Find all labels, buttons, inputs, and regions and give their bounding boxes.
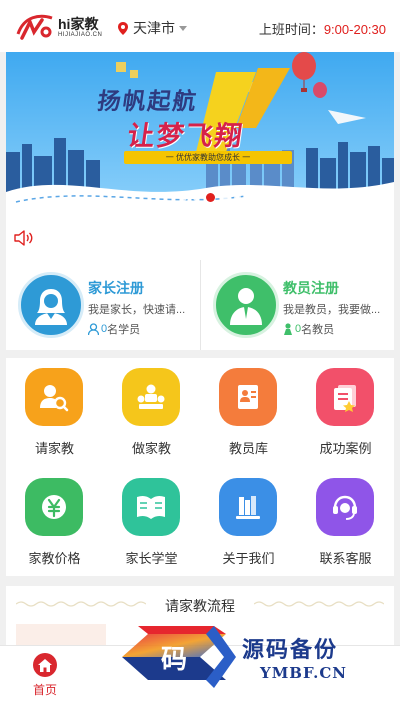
site-logo[interactable]: hi家教 HIJIAJIAO.CN <box>14 10 110 44</box>
carousel-dot[interactable] <box>193 194 200 201</box>
tutor-library-icon <box>219 368 277 426</box>
watermark-logo: 码 <box>122 626 236 688</box>
parent-avatar-icon <box>18 272 84 338</box>
be-tutor-icon <box>122 368 180 426</box>
watermark-logo-char: 码 <box>161 645 187 675</box>
logo-mark-icon <box>16 14 53 40</box>
menu-item-price[interactable]: 家教价格 <box>6 468 103 574</box>
find-tutor-icon <box>25 368 83 426</box>
watermark-subtitle: YMBF.CN <box>260 664 348 682</box>
menu-item-parent-school[interactable]: 家长学堂 <box>103 468 200 574</box>
menu-label-customer-service: 联系客服 <box>319 551 372 566</box>
parent-register-card[interactable]: 家长注册 我是家长，快速请... 0 名学员 <box>6 260 200 350</box>
tab-home[interactable]: 首页 <box>14 650 76 700</box>
menu-item-be-tutor[interactable]: 做家教 <box>103 358 200 464</box>
menu-label-parent-school: 家长学堂 <box>125 551 178 566</box>
about-us-icon <box>219 478 277 536</box>
menu-item-tutor-library[interactable]: 教员库 <box>200 358 297 464</box>
menu-label-success-case: 成功案例 <box>319 441 372 456</box>
tab-home-label: 首页 <box>32 683 57 697</box>
teacher-register-card[interactable]: 教员注册 我是教员，我要做... 0 名教员 <box>200 260 394 350</box>
carousel-dot[interactable] <box>221 194 228 201</box>
menu-item-about-us[interactable]: 关于我们 <box>200 468 297 574</box>
menu-label-price: 家教价格 <box>28 551 81 566</box>
promo-banner[interactable]: 扬帆起航 让梦飞翔 一 优优家教助您成长 一 <box>6 52 394 216</box>
menu-item-customer-service[interactable]: 联系客服 <box>297 468 394 574</box>
working-hours: 上班时间：9:00-20:30 <box>259 19 386 38</box>
process-thumbnail <box>16 624 106 646</box>
registration-section: 家长注册 我是家长，快速请... 0 名学员 教员注册 我是教员，我要做... 0 <box>6 260 394 350</box>
menu-label-find-tutor: 请家教 <box>34 441 74 456</box>
menu-label-be-tutor: 做家教 <box>131 441 171 456</box>
banner-slogan-primary: 扬帆起航 <box>95 88 200 114</box>
success-case-icon <box>316 368 374 426</box>
carousel-dot[interactable] <box>180 194 187 201</box>
location-pin-icon <box>118 21 128 35</box>
teacher-register-title: 教员注册 <box>283 280 339 296</box>
teacher-register-desc: 我是教员，我要做... <box>283 304 381 316</box>
top-header: hi家教 HIJIAJIAO.CN 天津市 上班时间：9:00-20:30 <box>0 0 400 52</box>
student-count-suffix: 名学员 <box>107 324 141 336</box>
service-menu-grid: 请家教 做家教 教员库 成功案例 家教价格 家长学堂 关于我们 联系客服 <box>6 358 394 576</box>
decorative-wave-right <box>254 601 384 607</box>
home-icon <box>33 653 57 677</box>
hours-label: 上班时间： <box>258 22 324 37</box>
customer-service-icon <box>316 478 374 536</box>
price-icon <box>25 478 83 536</box>
menu-label-tutor-library: 教员库 <box>228 441 268 456</box>
city-name: 天津市 <box>133 20 175 36</box>
brand-domain: HIJIAJIAO.CN <box>58 32 103 38</box>
hours-value: 9:00-20:30 <box>323 22 386 37</box>
carousel-indicator <box>180 193 241 202</box>
city-selector[interactable]: 天津市 <box>118 18 187 38</box>
parent-register-desc: 我是家长，快速请... <box>88 304 186 316</box>
chevron-down-icon <box>179 25 187 31</box>
carousel-dot[interactable] <box>206 193 215 202</box>
banner-tagline: 一 优优家教助您成长 一 <box>124 151 292 164</box>
watermark-overlay: 码 源码备份 YMBF.CN <box>118 624 370 690</box>
banner-slogan-secondary: 让梦飞翔 <box>125 121 246 151</box>
teacher-count: 0 名教员 <box>283 321 334 337</box>
carousel-dot[interactable] <box>234 194 241 201</box>
menu-item-success-case[interactable]: 成功案例 <box>297 358 394 464</box>
watermark-title: 源码备份 <box>242 637 339 663</box>
parent-register-title: 家长注册 <box>88 280 144 296</box>
teacher-count-suffix: 名教员 <box>301 324 335 336</box>
student-icon <box>88 323 99 335</box>
parent-school-icon <box>122 478 180 536</box>
speaker-icon <box>14 230 33 246</box>
brand-name: hi家教 <box>58 16 99 32</box>
notice-bar <box>6 216 394 260</box>
student-count: 0 名学员 <box>88 321 140 337</box>
menu-item-find-tutor[interactable]: 请家教 <box>6 358 103 464</box>
teacher-avatar-icon <box>213 272 279 338</box>
menu-label-about-us: 关于我们 <box>222 551 275 566</box>
teacher-icon <box>284 323 292 335</box>
